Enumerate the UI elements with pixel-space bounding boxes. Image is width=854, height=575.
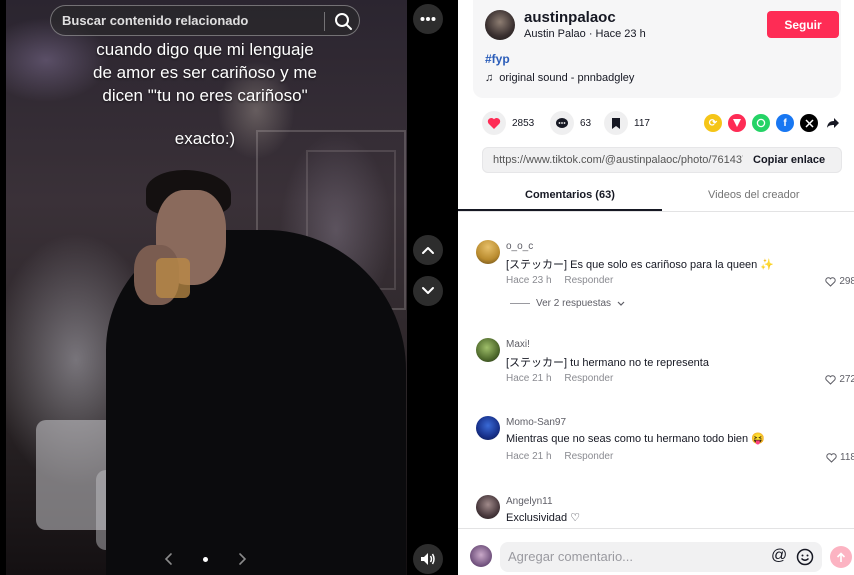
save-button[interactable]: 117 xyxy=(604,111,650,135)
comment-list: o_o_c [ステッカー] Es que solo es cariñoso pa… xyxy=(458,212,854,528)
heart-outline-icon xyxy=(826,452,837,463)
hashtag-link[interactable]: #fyp xyxy=(485,52,510,66)
view-replies-label: Ver 2 respuestas xyxy=(536,298,612,309)
more-options-button[interactable] xyxy=(413,4,443,34)
sound-link[interactable]: ♫ original sound - pnnbadgley xyxy=(485,72,634,84)
share-link-box: https://www.tiktok.com/@austinpalaoc/pho… xyxy=(482,147,842,173)
author-username[interactable]: austinpalaoc xyxy=(524,9,616,26)
facebook-icon[interactable]: f xyxy=(776,114,794,132)
comment-text: [ステッカー] Es que solo es cariñoso para la … xyxy=(506,259,775,271)
overlay-line: exacto:) xyxy=(174,129,236,148)
photo-caption-overlay: cuando digo que mi lenguaje de amor es s… xyxy=(60,38,350,150)
arrow-up-icon xyxy=(836,551,846,562)
bookmark-icon xyxy=(604,111,628,135)
comment-text: Exclusividad ♡ xyxy=(506,512,581,524)
comment-like-button[interactable]: 298 xyxy=(825,276,854,287)
comment-composer: Agregar comentario... @ xyxy=(458,528,854,575)
panel-tabs: Comentarios (63) Videos del creador xyxy=(458,180,854,212)
emoji-icon[interactable] xyxy=(796,548,814,566)
tab-creator-videos[interactable]: Videos del creador xyxy=(708,189,800,201)
repost-icon[interactable]: ⟳ xyxy=(704,114,722,132)
share-url[interactable]: https://www.tiktok.com/@austinpalaoc/pho… xyxy=(493,154,743,166)
send-to-friends-icon[interactable] xyxy=(728,114,746,132)
post-comment-button[interactable] xyxy=(830,546,852,568)
copy-link-button[interactable]: Copiar enlace xyxy=(753,154,825,166)
heart-icon xyxy=(482,111,506,135)
chevron-up-icon xyxy=(422,247,434,254)
author-subtitle: Austin Palao · Hace 23 h xyxy=(524,28,646,40)
chevron-down-icon xyxy=(617,301,625,306)
comment-like-count: 118 xyxy=(840,452,854,463)
comment-count: 63 xyxy=(580,117,592,129)
commenter-name[interactable]: Angelyn11 xyxy=(506,496,553,507)
heart-outline-icon xyxy=(825,374,836,385)
search-placeholder: Buscar contenido relacionado xyxy=(62,13,249,28)
related-search-bar[interactable]: Buscar contenido relacionado xyxy=(50,5,360,36)
save-count: 117 xyxy=(634,117,650,129)
author-card: austinpalaoc Austin Palao · Hace 23 h Se… xyxy=(473,0,841,98)
music-note-icon: ♫ xyxy=(485,72,494,84)
reply-button[interactable]: Responder xyxy=(564,451,613,462)
x-icon[interactable] xyxy=(800,114,818,132)
comment-placeholder: Agregar comentario... xyxy=(508,549,634,564)
reply-button[interactable]: Responder xyxy=(564,373,613,384)
chevron-left-icon xyxy=(164,553,172,565)
view-replies-link[interactable]: Ver 2 respuestas xyxy=(510,298,625,309)
commenter-name[interactable]: Maxi! xyxy=(506,339,530,350)
previous-post-button[interactable] xyxy=(413,235,443,265)
current-user-avatar xyxy=(470,545,492,567)
search-icon[interactable] xyxy=(331,10,355,32)
chevron-right-icon xyxy=(239,553,247,565)
carousel-prev-button[interactable] xyxy=(163,551,175,567)
whatsapp-icon[interactable] xyxy=(752,114,770,132)
share-arrow-icon[interactable] xyxy=(824,114,842,132)
comment-button[interactable]: 63 xyxy=(550,111,591,135)
commenter-avatar[interactable] xyxy=(476,240,500,264)
mention-icon[interactable]: @ xyxy=(771,547,787,565)
comment-text: Mientras que no seas como tu hermano tod… xyxy=(506,433,765,445)
commenter-avatar[interactable] xyxy=(476,495,500,519)
more-icon xyxy=(420,17,436,21)
commenter-name[interactable]: o_o_c xyxy=(506,241,533,252)
comment-time: Hace 21 h xyxy=(506,373,552,384)
action-bar: 2853 63 117 ⟳ f xyxy=(482,111,842,135)
sound-label: original sound - pnnbadgley xyxy=(499,72,635,84)
comment-time: Hace 21 h xyxy=(506,451,552,462)
chevron-down-icon xyxy=(422,287,434,294)
active-tab-indicator xyxy=(458,209,662,211)
overlay-line: cuando digo que mi lenguaje xyxy=(96,40,314,59)
overlay-line: de amor es ser cariñoso y me xyxy=(93,63,317,82)
commenter-name[interactable]: Momo-San97 xyxy=(506,417,566,428)
media-viewer: Buscar contenido relacionado cuando digo… xyxy=(0,0,458,575)
tiktok-photo-post: Buscar contenido relacionado cuando digo… xyxy=(0,0,854,575)
comment-text: [ステッカー] tu hermano no te representa xyxy=(506,357,709,369)
comment-like-button[interactable]: 118 xyxy=(826,452,854,463)
carousel-next-button[interactable] xyxy=(236,551,248,567)
comment-like-button[interactable]: 272 xyxy=(825,374,854,385)
reply-button[interactable]: Responder xyxy=(564,275,613,286)
details-panel: austinpalaoc Austin Palao · Hace 23 h Se… xyxy=(458,0,854,575)
like-count: 2853 xyxy=(512,117,535,129)
next-post-button[interactable] xyxy=(413,276,443,306)
commenter-avatar[interactable] xyxy=(476,416,500,440)
comment-input[interactable]: Agregar comentario... @ xyxy=(500,542,822,572)
volume-icon xyxy=(421,553,435,565)
author-avatar[interactable] xyxy=(485,10,515,40)
comment-time: Hace 23 h xyxy=(506,275,552,286)
comment-like-count: 272 xyxy=(839,374,854,385)
tab-comments[interactable]: Comentarios (63) xyxy=(525,189,615,201)
follow-button[interactable]: Seguir xyxy=(767,11,839,38)
volume-button[interactable] xyxy=(413,544,443,574)
comment-icon xyxy=(550,111,574,135)
heart-outline-icon xyxy=(825,276,836,287)
overlay-line: dicen "'tu no eres cariñoso" xyxy=(102,86,308,105)
comment-like-count: 298 xyxy=(839,276,854,287)
commenter-avatar[interactable] xyxy=(476,338,500,362)
carousel-dot[interactable] xyxy=(203,557,208,562)
like-button[interactable]: 2853 xyxy=(482,111,534,135)
